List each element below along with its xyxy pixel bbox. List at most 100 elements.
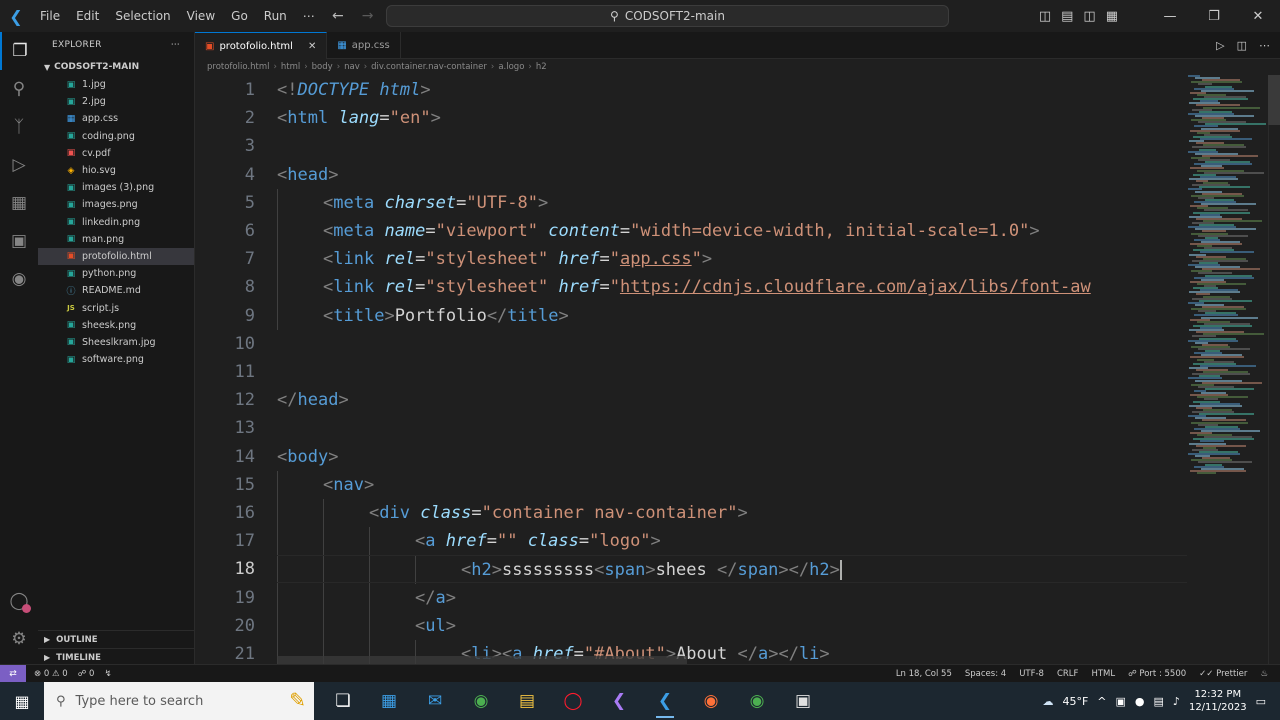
file-item[interactable]: ▣ python.png — [38, 265, 194, 282]
chrome-profile-icon[interactable]: ◉ — [734, 682, 780, 720]
file-item[interactable]: ▣ images.png — [38, 196, 194, 213]
file-item[interactable]: ▣ Sheeslkram.jpg — [38, 334, 194, 351]
settings-gear-icon[interactable]: ⚙ — [0, 620, 38, 658]
breadcrumb-item[interactable]: a.logo — [498, 62, 524, 72]
live-share-icon[interactable]: ↯ — [104, 669, 111, 679]
code-line[interactable]: <link rel="stylesheet" href="app.css"> — [277, 245, 712, 273]
file-item[interactable]: ▣ 1.jpg — [38, 76, 194, 93]
prettier-status[interactable]: ✓✓ Prettier — [1199, 669, 1247, 679]
remote-explorer-icon[interactable]: ▣ — [0, 222, 38, 260]
code-area[interactable]: <!DOCTYPE html> <html lang="en"> <head> <me… — [277, 75, 1187, 664]
copilot-icon[interactable]: ◉ — [0, 260, 38, 298]
file-item[interactable]: ▣ coding.png — [38, 128, 194, 145]
tab-inactive[interactable]: ▦ app.css — [327, 32, 401, 59]
scroll-thumb[interactable] — [1268, 75, 1280, 125]
breadcrumb-item[interactable]: protofolio.html — [207, 62, 269, 72]
weather-temp[interactable]: 45°F — [1062, 695, 1088, 708]
more-actions-icon[interactable]: ⋯ — [1259, 39, 1270, 52]
breadcrumb-item[interactable]: body — [312, 62, 333, 72]
tray-app-icon[interactable]: ▣ — [1116, 695, 1126, 708]
firefox-icon[interactable]: ◉ — [688, 682, 734, 720]
taskbar-search-input[interactable]: ⚲ Type here to search ✎ — [44, 682, 314, 720]
minimize-button[interactable]: — — [1148, 0, 1192, 32]
menu-item[interactable]: View — [179, 0, 223, 32]
notification-center-icon[interactable]: ▭ — [1256, 695, 1266, 708]
code-line[interactable]: </a> — [277, 584, 456, 612]
file-item[interactable]: ⓘ README.md — [38, 282, 194, 299]
account-icon[interactable]: ◯ — [0, 582, 38, 620]
code-line[interactable]: <head> — [277, 161, 338, 189]
chevron-up-icon[interactable]: ^ — [1097, 695, 1106, 708]
mail-icon[interactable]: ✉ — [412, 682, 458, 720]
chrome-icon[interactable]: ◉ — [458, 682, 504, 720]
opera-icon[interactable]: ◯ — [550, 682, 596, 720]
encoding[interactable]: UTF-8 — [1019, 669, 1044, 679]
file-explorer-icon[interactable]: ▤ — [504, 682, 550, 720]
breadcrumb-item[interactable]: h2 — [536, 62, 547, 72]
file-item[interactable]: ▣ cv.pdf — [38, 145, 194, 162]
store-icon[interactable]: ▦ — [366, 682, 412, 720]
explorer-icon[interactable]: ❐ — [0, 32, 38, 70]
extensions-icon[interactable]: ▦ — [0, 184, 38, 222]
code-line[interactable]: <a href="" class="logo"> — [277, 527, 661, 555]
clock[interactable]: 12:32 PM 12/11/2023 — [1189, 688, 1247, 714]
back-arrow-icon[interactable]: ← — [332, 8, 344, 24]
weather-icon[interactable]: ☁ — [1042, 695, 1053, 708]
code-line[interactable]: <!DOCTYPE html> — [277, 76, 431, 104]
ports-status[interactable]: ☍ 0 — [78, 669, 95, 679]
live-server-port[interactable]: ☍ Port : 5500 — [1128, 669, 1186, 679]
run-icon[interactable]: ▷ — [1216, 39, 1224, 52]
code-line[interactable]: <ul> — [277, 612, 456, 640]
minimap[interactable] — [1188, 75, 1268, 475]
maximize-button[interactable]: ❐ — [1192, 0, 1236, 32]
code-line[interactable]: <nav> — [277, 471, 374, 499]
indentation[interactable]: Spaces: 4 — [965, 669, 1006, 679]
vscode-taskbar-icon[interactable]: ❮ — [642, 682, 688, 720]
microphone-icon[interactable]: ● — [1135, 695, 1145, 708]
file-item[interactable]: ▦ app.css — [38, 110, 194, 127]
breadcrumb-item[interactable]: nav — [344, 62, 360, 72]
tab-active[interactable]: ▣ protofolio.html ✕ — [195, 32, 328, 59]
run-debug-icon[interactable]: ▷ — [0, 146, 38, 184]
split-editor-icon[interactable]: ◫ — [1237, 39, 1247, 52]
toggle-sidebar-icon[interactable]: ◫ — [1039, 9, 1051, 24]
volume-icon[interactable]: ♪ — [1173, 695, 1180, 708]
cursor-position[interactable]: Ln 18, Col 55 — [896, 669, 952, 679]
file-item[interactable]: ◈ hio.svg — [38, 162, 194, 179]
code-line[interactable]: <title>Portfolio</title> — [277, 302, 569, 330]
toggle-secondary-sidebar-icon[interactable]: ◫ — [1083, 9, 1095, 24]
code-line[interactable]: <body> — [277, 443, 338, 471]
remote-indicator-icon[interactable]: ⇄ — [0, 664, 26, 683]
menu-item[interactable]: Run — [256, 0, 295, 32]
code-line[interactable]: <div class="container nav-container"> — [277, 499, 748, 527]
command-center[interactable]: ⚲ CODSOFT2-main — [386, 5, 949, 27]
close-tab-icon[interactable]: ✕ — [308, 41, 316, 52]
folder-root[interactable]: ▼ CODSOFT2-MAIN — [38, 58, 194, 76]
close-window-button[interactable]: ✕ — [1236, 0, 1280, 32]
code-line[interactable]: <link rel="stylesheet" href="https://cdn… — [277, 273, 1091, 301]
menu-item[interactable]: Edit — [68, 0, 107, 32]
app-window-icon[interactable]: ▣ — [780, 682, 826, 720]
horizontal-scrollbar[interactable] — [277, 656, 687, 664]
network-icon[interactable]: ▤ — [1154, 695, 1164, 708]
code-line[interactable]: <h2>sssssssss<span>shees </span></h2> — [277, 555, 1187, 584]
code-line[interactable]: <meta charset="UTF-8"> — [277, 189, 548, 217]
outline-section[interactable]: ▶ OUTLINE — [38, 630, 195, 648]
windows-start-icon[interactable]: ▦ — [0, 682, 44, 720]
file-item[interactable]: ▣ linkedin.png — [38, 214, 194, 231]
file-item[interactable]: ▣ sheesk.png — [38, 317, 194, 334]
file-item[interactable]: ▣ 2.jpg — [38, 93, 194, 110]
menu-item[interactable]: ⋯ — [295, 0, 323, 32]
file-item[interactable]: JS script.js — [38, 299, 194, 316]
code-line[interactable]: <meta name="viewport" content="width=dev… — [277, 217, 1040, 245]
forward-arrow-icon[interactable]: → — [362, 8, 374, 24]
task-view-icon[interactable]: ❏ — [320, 682, 366, 720]
menu-item[interactable]: Selection — [107, 0, 178, 32]
file-item[interactable]: ▣ protofolio.html — [38, 247, 194, 266]
file-item[interactable]: ▣ man.png — [38, 231, 194, 248]
breadcrumb-item[interactable]: html — [281, 62, 300, 72]
breadcrumb-item[interactable]: div.container.nav-container — [371, 62, 487, 72]
visual-studio-icon[interactable]: ❮ — [596, 682, 642, 720]
file-item[interactable]: ▣ images (3).png — [38, 179, 194, 196]
vertical-scrollbar[interactable] — [1268, 75, 1280, 664]
